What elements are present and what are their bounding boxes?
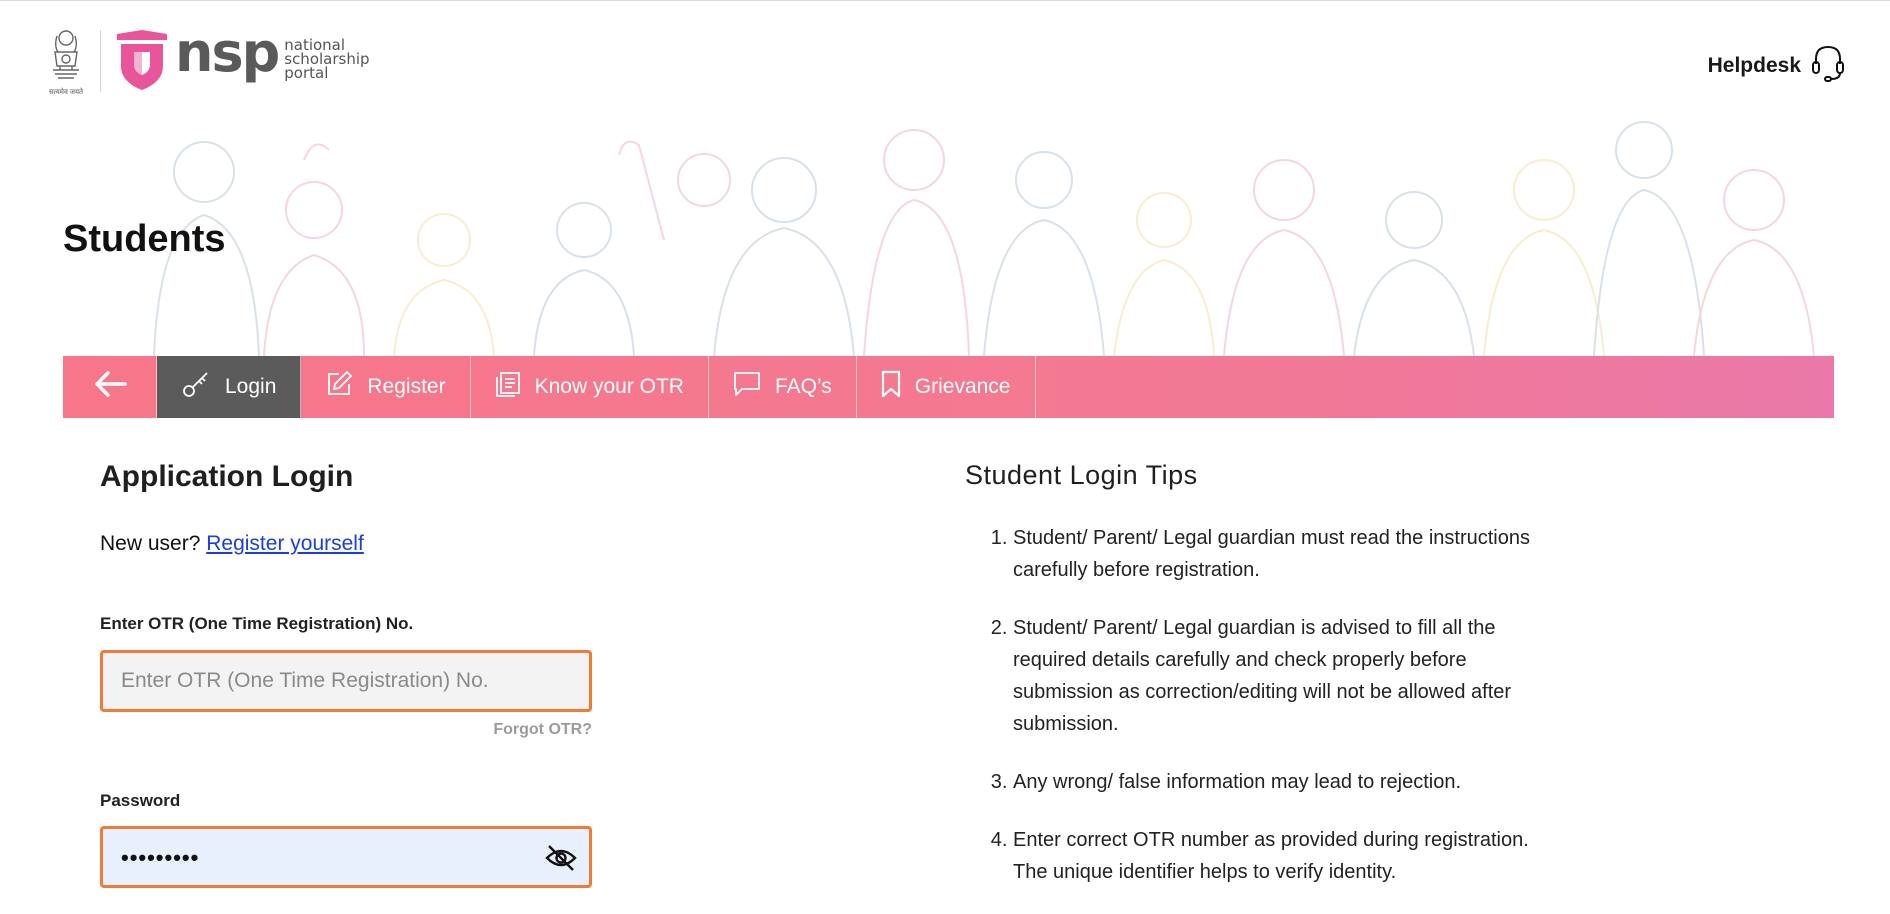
nsp-shield-icon: [113, 30, 171, 97]
application-login-form: Application Login New user? Register you…: [100, 460, 620, 888]
eye-slash-icon[interactable]: [545, 844, 577, 877]
tab-know-your-otr[interactable]: Know your OTR: [471, 356, 709, 418]
helpdesk-label: Helpdesk: [1707, 54, 1801, 77]
new-user-text: New user?: [100, 532, 201, 555]
site-logo[interactable]: सत्यमेव जयते nsp national scholarship po…: [44, 26, 370, 98]
password-input[interactable]: •••••••••: [100, 826, 592, 888]
chat-icon: [733, 371, 761, 403]
tab-faqs[interactable]: FAQ’s: [709, 356, 857, 418]
logo-divider: [100, 30, 101, 92]
emblem-caption: सत्यमेव जयते: [48, 89, 84, 96]
register-yourself-link[interactable]: Register yourself: [206, 532, 364, 555]
key-icon: [181, 369, 211, 405]
tab-register[interactable]: Register: [301, 356, 471, 418]
otr-input[interactable]: [100, 650, 592, 712]
edit-icon: [325, 370, 353, 404]
new-user-line: New user? Register yourself: [100, 532, 364, 556]
password-label: Password: [100, 791, 181, 810]
nsp-wordmark: nsp: [175, 21, 280, 84]
tab-grievance[interactable]: Grievance: [857, 356, 1036, 418]
bookmark-icon: [881, 370, 901, 404]
nsp-tagline: national scholarship portal: [284, 38, 369, 82]
forgot-otr-link[interactable]: Forgot OTR?: [492, 721, 592, 739]
tab-grievance-label: Grievance: [914, 375, 1011, 398]
top-border: [0, 0, 1890, 1]
tips-list: Student/ Parent/ Legal guardian must rea…: [965, 522, 1553, 914]
list-item: Any wrong/ false information may lead to…: [1013, 766, 1553, 798]
login-title: Application Login: [100, 460, 354, 493]
national-emblem-icon: सत्यमेव जयते: [44, 26, 88, 98]
headset-icon: [1811, 44, 1845, 88]
list-item: Enter correct OTR number as provided dur…: [1013, 824, 1553, 888]
student-login-tips: Student Login Tips Student/ Parent/ Lega…: [965, 460, 1545, 883]
arrow-left-icon: [93, 370, 127, 404]
password-value: •••••••••: [121, 845, 200, 870]
helpdesk-link[interactable]: Helpdesk: [1708, 44, 1845, 88]
student-nav-bar: Login Register Know your OTR FAQ’s Griev…: [63, 356, 1834, 418]
tab-login-label: Login: [225, 375, 277, 398]
document-icon: [495, 371, 521, 403]
hero-illustration: [64, 120, 1834, 356]
tagline-line: portal: [284, 64, 329, 82]
tab-know-your-otr-label: Know your OTR: [534, 375, 684, 398]
tab-login[interactable]: Login: [157, 356, 302, 418]
list-item: Student/ Parent/ Legal guardian is advis…: [1013, 612, 1553, 740]
list-item: Student/ Parent/ Legal guardian must rea…: [1013, 522, 1553, 586]
back-button[interactable]: [63, 356, 157, 418]
otr-label: Enter OTR (One Time Registration) No.: [100, 614, 414, 633]
tab-faqs-label: FAQ’s: [774, 375, 832, 398]
page-title: Students: [63, 218, 226, 260]
tab-register-label: Register: [367, 375, 446, 398]
tips-title: Student Login Tips: [965, 460, 1198, 490]
